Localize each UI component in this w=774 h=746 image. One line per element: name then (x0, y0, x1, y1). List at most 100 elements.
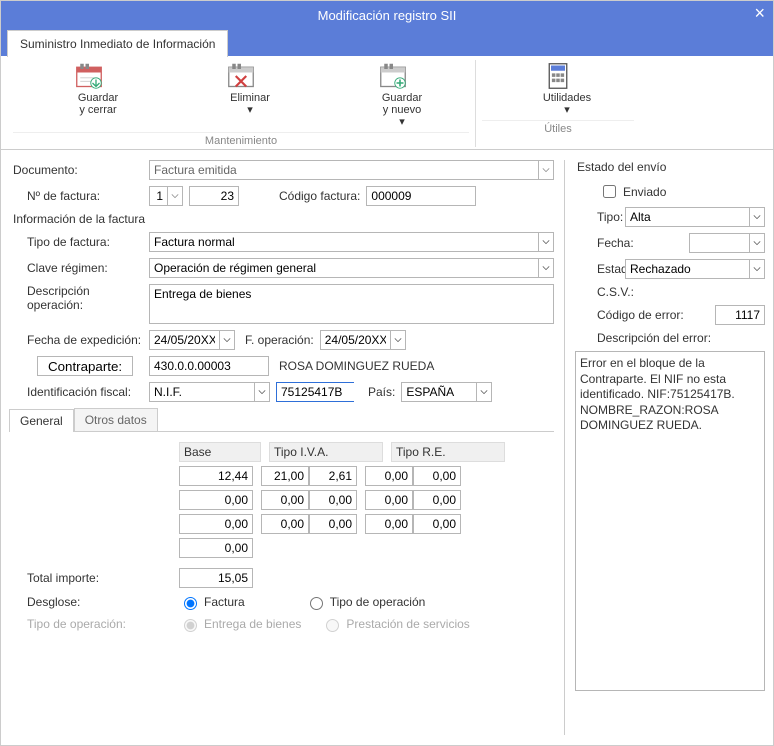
chevron-down-icon[interactable] (538, 232, 554, 252)
chevron-down-icon[interactable] (749, 233, 765, 253)
utilities-button[interactable]: Utilidades ▾ (482, 60, 634, 118)
delete-icon (227, 62, 255, 90)
fecha-op-input[interactable] (320, 330, 390, 350)
contraparte-code-input[interactable] (149, 356, 269, 376)
cell-re-amount[interactable] (413, 490, 461, 510)
fecha-exp-label: Fecha de expedición: (9, 333, 149, 347)
tipo-factura-select[interactable] (149, 232, 538, 252)
chevron-down-icon[interactable] (749, 207, 765, 227)
prestacion-label: Prestación de servicios (346, 617, 469, 631)
chevron-down-icon[interactable] (538, 160, 554, 180)
cell-iva-rate[interactable] (261, 514, 309, 534)
cell-re-rate[interactable] (365, 466, 413, 486)
pais-label: País: (368, 385, 395, 399)
cell-iva-amount[interactable] (309, 466, 357, 486)
n-factura-series[interactable] (149, 186, 167, 206)
tipo-factura-label: Tipo de factura: (9, 235, 149, 249)
ribbon-group-mantenimiento: Guardar y cerrar Eliminar ▾ Guardar y nu… (7, 60, 476, 147)
entrega-label: Entrega de bienes (204, 617, 301, 631)
close-icon[interactable]: × (754, 3, 765, 24)
cell-base[interactable] (179, 514, 253, 534)
desc-operacion-input[interactable]: Entrega de bienes (149, 284, 554, 324)
chevron-down-icon[interactable] (219, 330, 235, 350)
chevron-down-icon: ▾ (323, 116, 463, 128)
cell-re-rate[interactable] (365, 514, 413, 534)
radio-input (184, 619, 197, 632)
th-iva: Tipo I.V.A. (269, 442, 383, 462)
cell-base[interactable] (179, 490, 253, 510)
chevron-down-icon: ▾ (488, 104, 628, 116)
cell-iva-amount[interactable] (309, 490, 357, 510)
n-factura-number[interactable] (189, 186, 239, 206)
documento-label: Documento: (9, 163, 149, 177)
csv-label: C.S.V.: (575, 285, 634, 299)
total-importe-input[interactable] (179, 568, 253, 588)
fecha-label: Fecha: (575, 236, 625, 250)
desglose-factura-radio[interactable]: Factura (179, 594, 245, 610)
section-info-factura: Información de la factura (9, 212, 554, 226)
codigo-factura-input[interactable] (366, 186, 476, 206)
chevron-down-icon: ▾ (171, 104, 311, 116)
save-close-button[interactable]: Guardar y cerrar (13, 60, 165, 130)
contraparte-button[interactable]: Contraparte: (37, 356, 133, 376)
save-close-label: Guardar y cerrar (19, 92, 159, 116)
radio-input[interactable] (310, 597, 323, 610)
chevron-down-icon[interactable] (538, 258, 554, 278)
titlebar: Modificación registro SII × (1, 1, 773, 29)
cell-re-amount[interactable] (413, 514, 461, 534)
ribbon-tabstrip: Suministro Inmediato de Información (1, 29, 773, 56)
cod-error-input[interactable] (715, 305, 765, 325)
desc-error-label: Descripción del error: (575, 331, 711, 345)
save-new-button[interactable]: Guardar y nuevo ▾ (317, 60, 469, 130)
window-title: Modificación registro SII (318, 8, 457, 23)
estado-label: Estado: (575, 262, 625, 276)
cell-iva-rate[interactable] (261, 490, 309, 510)
tab-general[interactable]: General (9, 409, 74, 432)
desc-operacion-label: Descripción operación: (9, 284, 149, 312)
cell-iva-amount[interactable] (309, 514, 357, 534)
save-close-icon (75, 62, 103, 90)
cell-base[interactable] (179, 466, 253, 486)
cell-base-extra[interactable] (179, 538, 253, 558)
radio-input[interactable] (184, 597, 197, 610)
tipo-op-label: Tipo de operación: (9, 617, 149, 631)
n-factura-label: Nº de factura: (9, 189, 149, 203)
desglose-factura-label: Factura (204, 595, 245, 609)
tab-sii[interactable]: Suministro Inmediato de Información (7, 30, 228, 57)
cell-re-rate[interactable] (365, 490, 413, 510)
utilities-label: Utilidades (488, 92, 628, 104)
chevron-down-icon[interactable] (254, 382, 270, 402)
fecha-input[interactable] (689, 233, 749, 253)
desc-error-box[interactable]: Error en el bloque de la Contraparte. El… (575, 351, 765, 691)
desglose-tipo-op-radio[interactable]: Tipo de operación (305, 594, 426, 610)
cell-iva-rate[interactable] (261, 466, 309, 486)
fecha-exp-input[interactable] (149, 330, 219, 350)
chevron-down-icon[interactable] (476, 382, 492, 402)
delete-button[interactable]: Eliminar ▾ (165, 60, 317, 130)
chevron-down-icon[interactable] (167, 186, 183, 206)
cell-re-amount[interactable] (413, 466, 461, 486)
estado-envio-title: Estado del envío (575, 160, 765, 182)
ident-type-select[interactable] (149, 382, 254, 402)
ribbon: Guardar y cerrar Eliminar ▾ Guardar y nu… (1, 56, 773, 150)
ident-value-input[interactable] (276, 382, 354, 402)
clave-regimen-select[interactable] (149, 258, 538, 278)
th-re: Tipo R.E. (391, 442, 505, 462)
entrega-radio: Entrega de bienes (179, 616, 301, 632)
codigo-factura-label: Código factura: (279, 189, 360, 203)
ribbon-group-title-util: Útiles (482, 120, 634, 135)
chevron-down-icon[interactable] (749, 259, 765, 279)
estado-select[interactable] (625, 259, 749, 279)
prestacion-radio: Prestación de servicios (321, 616, 469, 632)
tab-otros-datos[interactable]: Otros datos (74, 408, 158, 431)
ribbon-group-utiles: Utilidades ▾ Útiles (476, 60, 640, 147)
save-new-label: Guardar y nuevo (323, 92, 463, 116)
checkbox-input[interactable] (603, 185, 616, 198)
contraparte-name: ROSA DOMINGUEZ RUEDA (279, 359, 434, 373)
tipo-select[interactable] (625, 207, 749, 227)
total-importe-label: Total importe: (9, 571, 149, 585)
pais-select[interactable] (401, 382, 476, 402)
chevron-down-icon[interactable] (390, 330, 406, 350)
enviado-checkbox[interactable]: Enviado (599, 182, 666, 201)
documento-select[interactable] (149, 160, 538, 180)
